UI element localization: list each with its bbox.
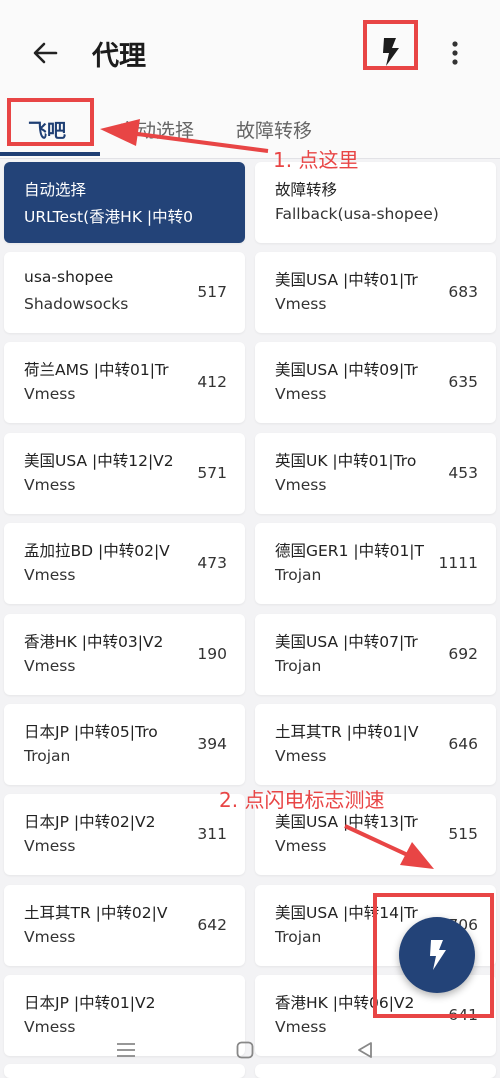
proxy-card[interactable]: usa-shopee Shadowsocks 517	[4, 252, 245, 333]
proxy-name: 荷兰AMS |中转01|Tr	[24, 361, 169, 379]
page-title: 代理	[92, 41, 146, 72]
proxy-type: Shadowsocks	[24, 295, 129, 313]
annotation-box-tab	[7, 98, 94, 146]
proxy-delay: 646	[448, 735, 478, 753]
proxy-name: 日本JP |中转05|Tro	[24, 723, 158, 741]
back-triangle-icon[interactable]	[356, 1041, 374, 1059]
proxy-card[interactable]: 英国UK |中转01|Tro Vmess 453	[255, 433, 496, 514]
annotation-box-bolt	[363, 20, 418, 70]
proxy-card[interactable]: 美国USA |中转12|V2 Vmess 571	[4, 433, 245, 514]
arrow-left-icon[interactable]	[30, 38, 60, 68]
proxy-card[interactable]: 美国USA |中转07|Tr Trojan 692	[255, 614, 496, 695]
tab-fallback[interactable]: 故障转移	[236, 116, 312, 143]
annotation-step2: 2. 点闪电标志测速	[219, 788, 385, 812]
proxy-card[interactable]: 香港HK |中转03|V2 Vmess 190	[4, 614, 245, 695]
proxy-delay: 517	[197, 283, 227, 301]
annotation-box-fab	[373, 893, 494, 1018]
proxy-delay: 453	[448, 464, 478, 482]
proxy-delay: 642	[197, 916, 227, 934]
proxy-name: 孟加拉BD |中转02|V	[24, 542, 170, 560]
menu-lines-icon[interactable]	[116, 1041, 136, 1059]
tab-auto-select[interactable]: 自动选择	[118, 116, 194, 143]
proxy-type: Vmess	[24, 837, 76, 855]
proxy-delay: 190	[197, 645, 227, 663]
more-vertical-icon[interactable]	[443, 38, 467, 68]
proxy-card[interactable]: 美国USA |中转09|Tr Vmess 635	[255, 342, 496, 423]
proxy-card[interactable]: 美国USA |中转01|Tr Vmess 683	[255, 252, 496, 333]
proxy-delay: 394	[197, 735, 227, 753]
proxy-type: Trojan	[275, 566, 322, 584]
proxy-type: Trojan	[275, 928, 322, 946]
proxy-delay: 412	[197, 373, 227, 391]
proxy-type: Vmess	[24, 657, 76, 675]
proxy-delay: 635	[448, 373, 478, 391]
proxy-type: Vmess	[275, 747, 327, 765]
proxy-type: Trojan	[24, 747, 71, 765]
proxy-name: 美国USA |中转07|Tr	[275, 633, 418, 651]
proxy-card[interactable]: 故障转移 Fallback(usa-shopee)	[255, 162, 496, 243]
proxy-card[interactable]: 孟加拉BD |中转02|V Vmess 473	[4, 523, 245, 604]
proxy-type: Vmess	[275, 385, 327, 403]
system-nav-bar	[0, 1035, 500, 1078]
proxy-delay: 515	[448, 825, 478, 843]
proxy-card[interactable]: 自动选择 URLTest(香港HK |中转0	[4, 162, 245, 243]
proxy-name: 香港HK |中转03|V2	[24, 633, 164, 651]
proxy-name: 美国USA |中转09|Tr	[275, 361, 418, 379]
proxy-name: 土耳其TR |中转01|V	[275, 723, 419, 741]
proxy-name: 自动选择	[24, 181, 87, 199]
proxy-type: Vmess	[24, 476, 76, 494]
proxy-name: 英国UK |中转01|Tro	[275, 452, 417, 470]
proxy-type: Fallback(usa-shopee)	[275, 205, 439, 223]
proxy-type: Vmess	[275, 1018, 327, 1036]
proxy-name: 美国USA |中转01|Tr	[275, 271, 418, 289]
proxy-name: 故障转移	[275, 181, 338, 199]
proxy-name: 德国GER1 |中转01|T	[275, 542, 424, 560]
proxy-card[interactable]: 日本JP |中转02|V2 Vmess 311	[4, 794, 245, 875]
proxy-type: URLTest(香港HK |中转0	[24, 208, 194, 226]
proxy-card[interactable]: 荷兰AMS |中转01|Tr Vmess 412	[4, 342, 245, 423]
proxy-card[interactable]: 德国GER1 |中转01|T Trojan 1111	[255, 523, 496, 604]
proxy-type: Vmess	[24, 566, 76, 584]
proxy-name: 日本JP |中转02|V2	[24, 813, 156, 831]
proxy-type: Vmess	[275, 837, 327, 855]
proxy-name: 美国USA |中转12|V2	[24, 452, 174, 470]
proxy-name: 日本JP |中转01|V2	[24, 994, 156, 1012]
proxy-delay: 683	[448, 283, 478, 301]
annotation-step1: 1. 点这里	[273, 148, 359, 172]
proxy-card[interactable]: 土耳其TR |中转01|V Vmess 646	[255, 704, 496, 785]
proxy-delay: 692	[448, 645, 478, 663]
proxy-delay: 473	[197, 554, 227, 572]
proxy-type: Trojan	[275, 657, 322, 675]
home-square-icon[interactable]	[236, 1041, 254, 1059]
proxy-delay: 311	[197, 825, 227, 843]
proxy-card[interactable]: 日本JP |中转05|Tro Trojan 394	[4, 704, 245, 785]
proxy-type: Vmess	[24, 1018, 76, 1036]
proxy-type: Vmess	[275, 476, 327, 494]
proxy-type: Vmess	[24, 385, 76, 403]
proxy-name: 土耳其TR |中转02|V	[24, 904, 168, 922]
proxy-card[interactable]: 土耳其TR |中转02|V Vmess 642	[4, 885, 245, 966]
proxy-type: Vmess	[275, 295, 327, 313]
proxy-name: usa-shopee	[24, 268, 114, 286]
active-tab-indicator	[0, 152, 100, 156]
app-bar: 代理	[0, 0, 500, 100]
proxy-type: Vmess	[24, 928, 76, 946]
proxy-name: 美国USA |中转13|Tr	[275, 813, 418, 831]
proxy-delay: 571	[197, 464, 227, 482]
proxy-delay: 1111	[438, 554, 478, 572]
